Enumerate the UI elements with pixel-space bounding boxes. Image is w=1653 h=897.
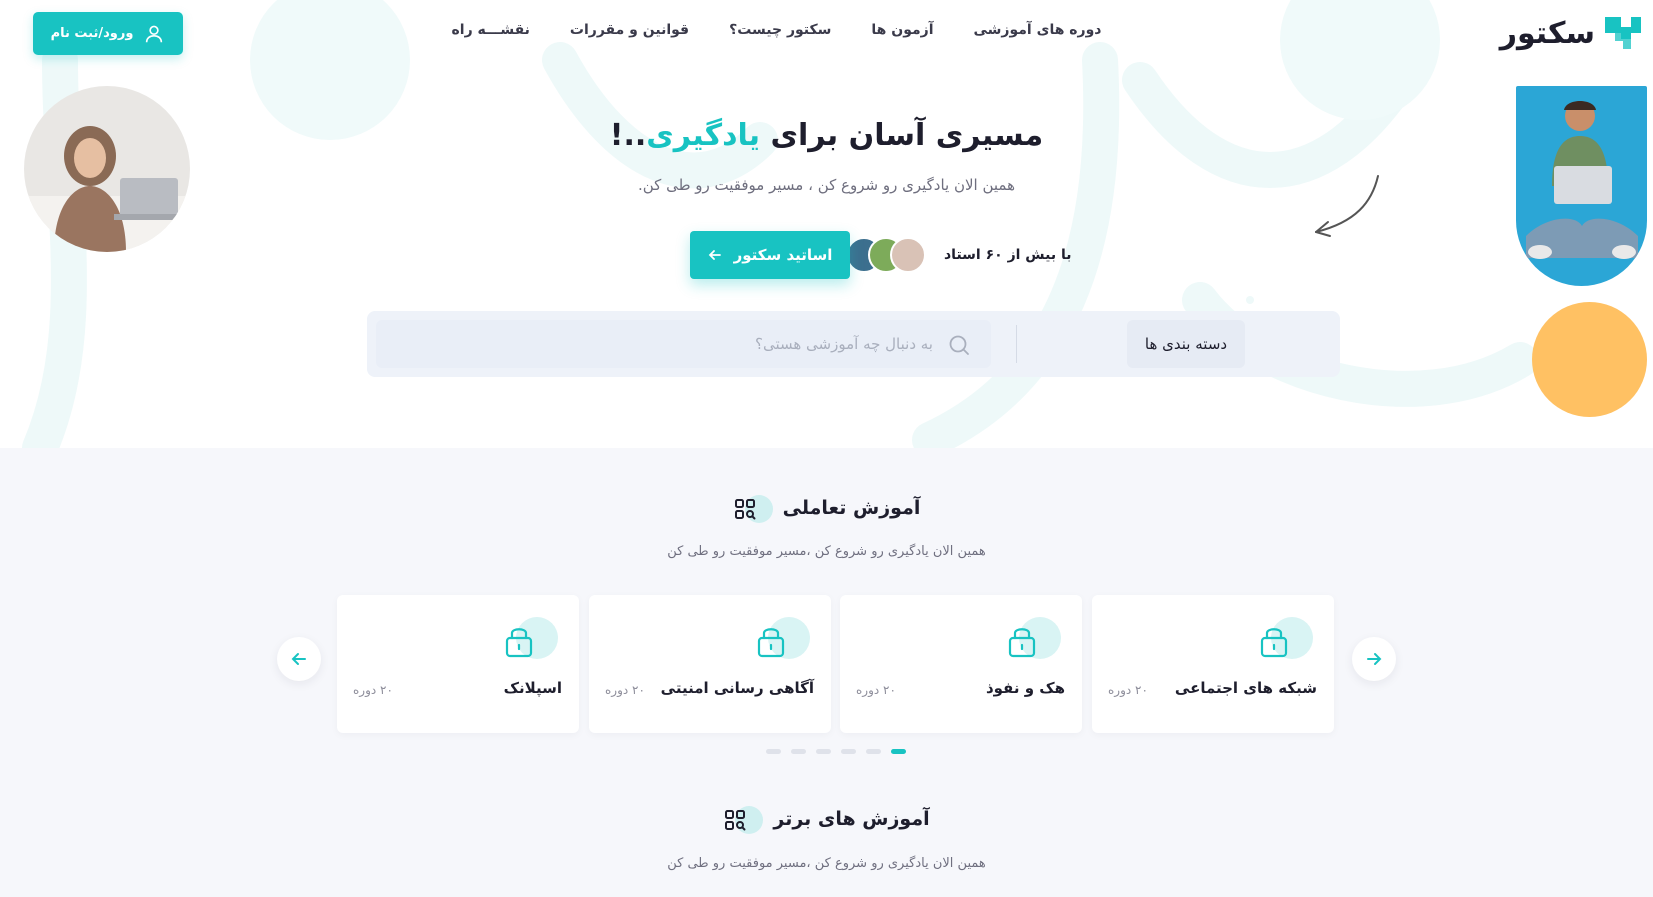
grid-search-icon <box>734 499 756 520</box>
grid-icon-wrap <box>723 803 764 835</box>
arrow-right-icon <box>1367 653 1382 665</box>
categories-label: دسته بندی ها <box>1144 335 1228 353</box>
search-bar: دسته بندی ها <box>367 311 1340 377</box>
interactive-section-header: آموزش تعاملی <box>0 492 1653 524</box>
lock-icon <box>1260 628 1288 658</box>
hero-subtitle: همین الان یادگیری رو شروع کن ، مسیر موفق… <box>637 176 1016 194</box>
hero-title-accent: یادگیری <box>646 118 761 153</box>
woman-illustration <box>24 86 190 252</box>
course-card-count: ۲۰ دوره <box>1108 683 1148 697</box>
course-card-title: اسپلانک <box>503 679 562 697</box>
search-divider <box>1016 325 1017 363</box>
page: سکتور دوره های آموزشی آزمون ها سکتور چیس… <box>0 0 1653 897</box>
arrow-left-icon <box>708 250 721 260</box>
nav-item-courses[interactable]: دوره های آموزشی <box>974 22 1102 38</box>
course-card-title: شبکه های اجتماعی <box>1174 679 1317 697</box>
top-section-header: آموزش های برتر <box>0 803 1653 835</box>
search-input[interactable] <box>376 320 991 368</box>
pagination-dot[interactable] <box>841 749 856 754</box>
lock-icon-wrap <box>754 617 814 663</box>
nav-list: دوره های آموزشی آزمون ها سکتور چیست؟ قوا… <box>452 22 1102 38</box>
course-card[interactable]: آگاهی رسانی امنیتی ۲۰ دوره <box>589 595 831 733</box>
top-section-title: آموزش های برتر <box>773 808 930 830</box>
lock-icon <box>505 628 533 658</box>
hero-title: مسیری آسان برای یادگیری..! <box>0 118 1653 153</box>
lock-icon-wrap <box>502 617 562 663</box>
logo[interactable]: سکتور <box>1500 10 1645 56</box>
carousel-next-button[interactable] <box>1352 637 1396 681</box>
carousel-prev-button[interactable] <box>277 637 321 681</box>
lock-icon-wrap <box>1005 617 1065 663</box>
course-card-title: آگاهی رسانی امنیتی <box>660 679 814 697</box>
background-decoration <box>22 0 1538 448</box>
pagination-dot[interactable] <box>866 749 881 754</box>
course-card[interactable]: هک و نفوذ ۲۰ دوره <box>840 595 1082 733</box>
carousel-pagination <box>766 749 906 754</box>
pagination-dot-active[interactable] <box>891 749 906 754</box>
decorative-orange-circle <box>1532 302 1647 417</box>
teacher-avatars <box>846 237 926 273</box>
nav-item-roadmap[interactable]: نقشـــه راه <box>452 22 530 38</box>
course-card-count: ۲۰ دوره <box>856 683 896 697</box>
header: سکتور دوره های آموزشی آزمون ها سکتور چیس… <box>0 0 1653 66</box>
logo-text: سکتور <box>1499 15 1596 51</box>
hero-title-main: مسیری آسان برای <box>760 118 1044 153</box>
teachers-count-label: با بیش از ۶۰ استاد <box>944 247 1072 263</box>
logo-mark-icon <box>1605 17 1641 49</box>
course-card[interactable]: اسپلانک ۲۰ دوره <box>337 595 579 733</box>
pagination-dot[interactable] <box>791 749 806 754</box>
nav-item-exams[interactable]: آزمون ها <box>871 22 933 38</box>
lock-icon <box>1008 628 1036 658</box>
course-cards: شبکه های اجتماعی ۲۰ دوره هک و نفوذ ۲۰ دو… <box>337 595 1334 733</box>
arrow-left-icon <box>291 653 306 665</box>
hero-title-end: ..! <box>609 118 647 153</box>
lock-icon <box>757 628 785 658</box>
teachers-button[interactable]: اساتید سکتور <box>690 231 850 279</box>
course-card-count: ۲۰ دوره <box>605 683 645 697</box>
pagination-dot[interactable] <box>816 749 831 754</box>
lock-icon-wrap <box>1257 617 1317 663</box>
interactive-section-subtitle: همین الان یادگیری رو شروع کن ،مسیر موفقی… <box>667 544 986 559</box>
course-card-count: ۲۰ دوره <box>353 683 393 697</box>
avatar <box>890 237 926 273</box>
top-section-subtitle: همین الان یادگیری رو شروع کن ،مسیر موفقی… <box>667 856 986 871</box>
teachers-row: با بیش از ۶۰ استاد اساتید سکتور <box>690 231 1071 279</box>
categories-button[interactable]: دسته بندی ها <box>1127 320 1245 368</box>
login-register-button[interactable]: ورود/ثبت نام <box>33 12 183 55</box>
search-icon[interactable] <box>947 333 971 357</box>
user-icon <box>146 25 163 42</box>
grid-search-icon <box>725 810 746 831</box>
grid-icon-wrap <box>733 492 773 524</box>
course-card[interactable]: شبکه های اجتماعی ۲۰ دوره <box>1092 595 1334 733</box>
login-label: ورود/ثبت نام <box>50 26 134 41</box>
pagination-dot[interactable] <box>766 749 781 754</box>
nav-item-rules[interactable]: قوانین و مقررات <box>570 22 689 38</box>
teachers-button-label: اساتید سکتور <box>733 246 833 264</box>
nav-item-about[interactable]: سکتور چیست؟ <box>729 22 831 38</box>
hero-woman-photo <box>24 86 190 252</box>
interactive-section-title: آموزش تعاملی <box>782 497 921 519</box>
course-card-title: هک و نفوذ <box>985 679 1065 697</box>
main-nav: دوره های آموزشی آزمون ها سکتور چیست؟ قوا… <box>0 22 1653 38</box>
